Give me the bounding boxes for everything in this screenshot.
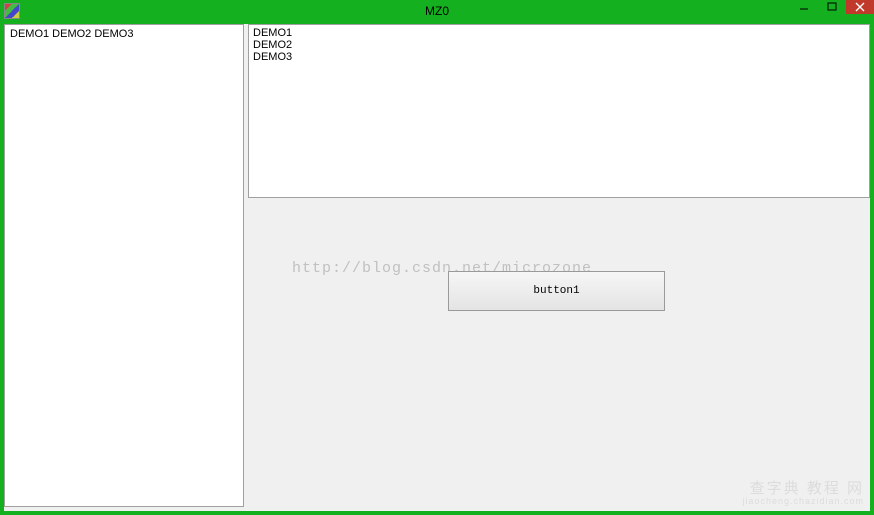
client-area: DEMO1 DEMO2 DEMO3 DEMO1 DEMO2 DEMO3 http… (4, 24, 870, 511)
minimize-button[interactable] (790, 0, 818, 14)
corner-watermark-line2: jiaocheng.chazidian.com (742, 497, 864, 507)
right-area: DEMO1 DEMO2 DEMO3 http://blog.csdn.net/m… (244, 24, 870, 511)
corner-watermark-line1: 查字典 教程 网 (742, 481, 864, 498)
close-icon (855, 2, 865, 12)
maximize-icon (827, 2, 837, 12)
textbox-line: DEMO3 (253, 51, 865, 63)
minimize-icon (799, 2, 809, 12)
textbox-line: DEMO1 (253, 27, 865, 39)
button1[interactable]: button1 (448, 271, 665, 311)
titlebar[interactable]: MZ0 (0, 0, 874, 22)
maximize-button[interactable] (818, 0, 846, 14)
left-listbox[interactable]: DEMO1 DEMO2 DEMO3 (4, 24, 244, 507)
window-controls (790, 0, 874, 14)
multiline-textbox[interactable]: DEMO1 DEMO2 DEMO3 (248, 24, 870, 198)
app-icon (4, 3, 20, 19)
window-title: MZ0 (425, 4, 449, 18)
corner-watermark: 查字典 教程 网 jiaocheng.chazidian.com (742, 481, 864, 507)
close-button[interactable] (846, 0, 874, 14)
textbox-line: DEMO2 (253, 39, 865, 51)
left-listbox-content: DEMO1 DEMO2 DEMO3 (10, 28, 133, 40)
